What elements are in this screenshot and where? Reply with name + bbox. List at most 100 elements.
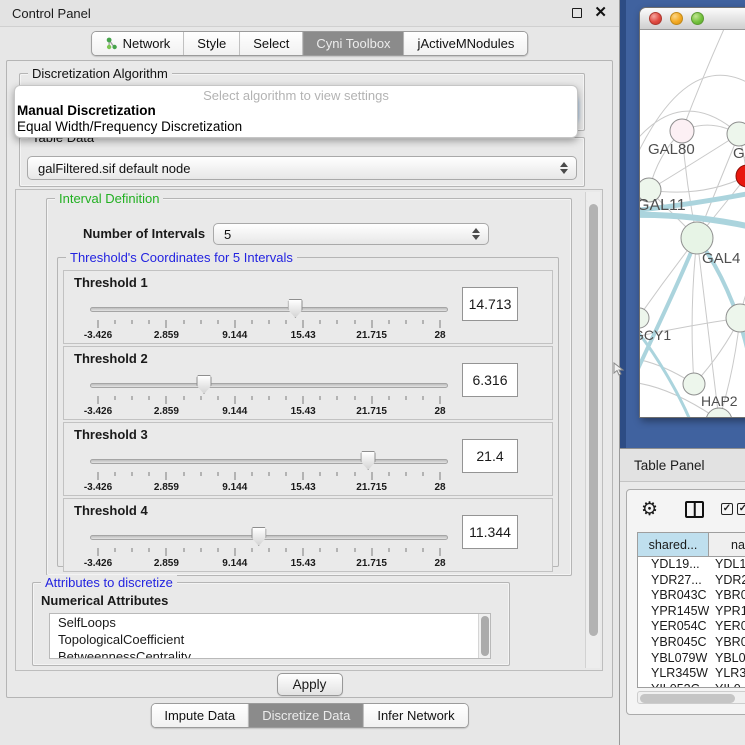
cell-name[interactable]: YBL0 xyxy=(709,651,745,667)
attribute-list-item[interactable]: SelfLoops xyxy=(50,614,490,631)
tab-infer-network[interactable]: Infer Network xyxy=(364,704,467,727)
cell-name[interactable]: YBR0 xyxy=(709,635,745,651)
network-node[interactable] xyxy=(706,408,732,417)
cell-shared-name[interactable]: YDR27... xyxy=(638,573,709,589)
tick-mark xyxy=(115,396,116,400)
network-graph: GAL80GACGAL11GAL4GCY1HHAP2 xyxy=(640,30,745,417)
threshold-slider[interactable]: -3.4262.8599.14415.4321.71528 xyxy=(90,525,448,571)
cell-shared-name[interactable]: YBR045C xyxy=(638,635,709,651)
threshold-slider[interactable]: -3.4262.8599.14415.4321.71528 xyxy=(90,373,448,419)
table-row[interactable]: YDL19...YDL1 xyxy=(638,557,745,573)
tick-mark xyxy=(183,548,184,552)
threshold-slider[interactable]: -3.4262.8599.14415.4321.71528 xyxy=(90,449,448,495)
cell-shared-name[interactable]: YDL19... xyxy=(638,557,709,573)
threshold-label: Threshold 4 xyxy=(74,503,148,518)
tick-mark xyxy=(286,320,287,324)
table-data-group: Table Data galFiltered.sif default node xyxy=(19,137,585,187)
network-node[interactable] xyxy=(670,119,694,143)
network-window-titlebar xyxy=(640,8,745,30)
table-data-combobox[interactable]: galFiltered.sif default node xyxy=(27,156,577,180)
network-node[interactable] xyxy=(727,122,745,146)
cell-name[interactable]: YER0 xyxy=(709,619,745,635)
node-table[interactable]: shared... na YDL19...YDL1YDR27...YDR2YBR… xyxy=(637,532,745,688)
gear-icon[interactable]: ⚙ xyxy=(641,500,658,519)
threshold-slider[interactable]: -3.4262.8599.14415.4321.71528 xyxy=(90,297,448,343)
network-node[interactable] xyxy=(683,373,705,395)
tick-mark xyxy=(422,472,423,476)
table-row[interactable]: YIL052CYIL0 xyxy=(638,682,745,688)
tick-mark xyxy=(234,548,235,556)
slider-thumb[interactable] xyxy=(251,527,266,546)
tab-discretize-data[interactable]: Discretize Data xyxy=(249,704,364,727)
tick-mark xyxy=(200,396,201,400)
network-node[interactable] xyxy=(640,308,649,328)
number-of-intervals-combobox[interactable]: 5 xyxy=(213,223,489,245)
list-scrollbar[interactable] xyxy=(478,614,490,658)
tab-style[interactable]: Style xyxy=(184,32,240,55)
threshold-value-field[interactable]: 21.4 xyxy=(462,439,518,473)
table-panel: ⚙ ✓ ✓ shared... na YDL19...YDL1YDR27...Y… xyxy=(620,483,745,745)
tab-select[interactable]: Select xyxy=(240,32,303,55)
tab-network[interactable]: Network xyxy=(92,32,185,55)
table-row[interactable]: YBR043CYBR0 xyxy=(638,588,745,604)
numerical-attributes-list[interactable]: SelfLoopsTopologicalCoefficientBetweenne… xyxy=(49,613,491,659)
network-node[interactable] xyxy=(726,304,745,332)
cell-name[interactable]: YDL1 xyxy=(709,557,745,573)
cell-shared-name[interactable]: YLR345W xyxy=(638,666,709,682)
cell-name[interactable]: YIL0 xyxy=(709,682,745,688)
column-header-name[interactable]: na xyxy=(709,533,745,556)
tick-mark xyxy=(200,548,201,552)
table-row[interactable]: YER054CYER0 xyxy=(638,619,745,635)
close-icon[interactable]: ✕ xyxy=(594,8,607,18)
threshold-panel: Threshold 4 -3.4262.8599.14415.4321.7152… xyxy=(63,498,553,572)
tab-cyni-toolbox[interactable]: Cyni Toolbox xyxy=(303,32,404,55)
cell-name[interactable]: YPR1 xyxy=(709,604,745,620)
slider-thumb[interactable] xyxy=(288,299,303,318)
table-row[interactable]: YDR27...YDR2 xyxy=(638,573,745,589)
dropdown-item-manual[interactable]: Manual Discretization xyxy=(15,103,577,119)
column-header-shared[interactable]: shared... xyxy=(638,533,709,556)
float-icon[interactable] xyxy=(572,8,582,18)
split-table-icon[interactable] xyxy=(685,501,704,518)
cell-name[interactable]: YLR3 xyxy=(709,666,745,682)
cell-shared-name[interactable]: YBL079W xyxy=(638,651,709,667)
table-row[interactable]: YBL079WYBL0 xyxy=(638,651,745,667)
table-horizontal-scrollbar[interactable] xyxy=(637,691,745,704)
tick-mark xyxy=(98,320,99,328)
tab-impute-data[interactable]: Impute Data xyxy=(151,704,249,727)
cell-shared-name[interactable]: YER054C xyxy=(638,619,709,635)
table-row[interactable]: YPR145WYPR1 xyxy=(638,604,745,620)
checkbox-checked-icon[interactable]: ✓ xyxy=(737,503,745,515)
mouse-cursor xyxy=(613,362,624,379)
apply-button[interactable]: Apply xyxy=(277,673,343,696)
attribute-list-item[interactable]: TopologicalCoefficient xyxy=(50,631,490,648)
tick-mark xyxy=(183,396,184,400)
cell-shared-name[interactable]: YBR043C xyxy=(638,588,709,604)
network-canvas[interactable]: GAL80GACGAL11GAL4GCY1HHAP2 xyxy=(640,30,745,417)
network-node[interactable] xyxy=(736,165,745,187)
tick-mark xyxy=(371,472,372,480)
scale-label: 9.144 xyxy=(222,558,247,569)
cell-shared-name[interactable]: YIL052C xyxy=(638,682,709,688)
minimize-icon[interactable] xyxy=(670,12,683,25)
attribute-list-item[interactable]: BetweennessCentrality xyxy=(50,648,490,659)
threshold-value-field[interactable]: 11.344 xyxy=(462,515,518,549)
cell-name[interactable]: YDR2 xyxy=(709,573,745,589)
table-panel-titlebar: Table Panel xyxy=(620,448,745,482)
scale-label: 15.43 xyxy=(291,482,316,493)
settings-scrollbar[interactable] xyxy=(585,192,600,668)
dropdown-item-equal-width[interactable]: Equal Width/Frequency Discretization xyxy=(15,119,577,135)
threshold-value-field[interactable]: 14.713 xyxy=(462,287,518,321)
checkbox-checked-icon[interactable]: ✓ xyxy=(721,503,733,515)
slider-thumb[interactable] xyxy=(197,375,212,394)
cell-shared-name[interactable]: YPR145W xyxy=(638,604,709,620)
zoom-icon[interactable] xyxy=(691,12,704,25)
table-row[interactable]: YBR045CYBR0 xyxy=(638,635,745,651)
close-icon[interactable] xyxy=(649,12,662,25)
tab-jactivemnodules[interactable]: jActiveMNodules xyxy=(405,32,528,55)
table-row[interactable]: YLR345WYLR3 xyxy=(638,666,745,682)
tick-mark xyxy=(354,396,355,400)
slider-thumb[interactable] xyxy=(361,451,376,470)
threshold-value-field[interactable]: 6.316 xyxy=(462,363,518,397)
cell-name[interactable]: YBR0 xyxy=(709,588,745,604)
